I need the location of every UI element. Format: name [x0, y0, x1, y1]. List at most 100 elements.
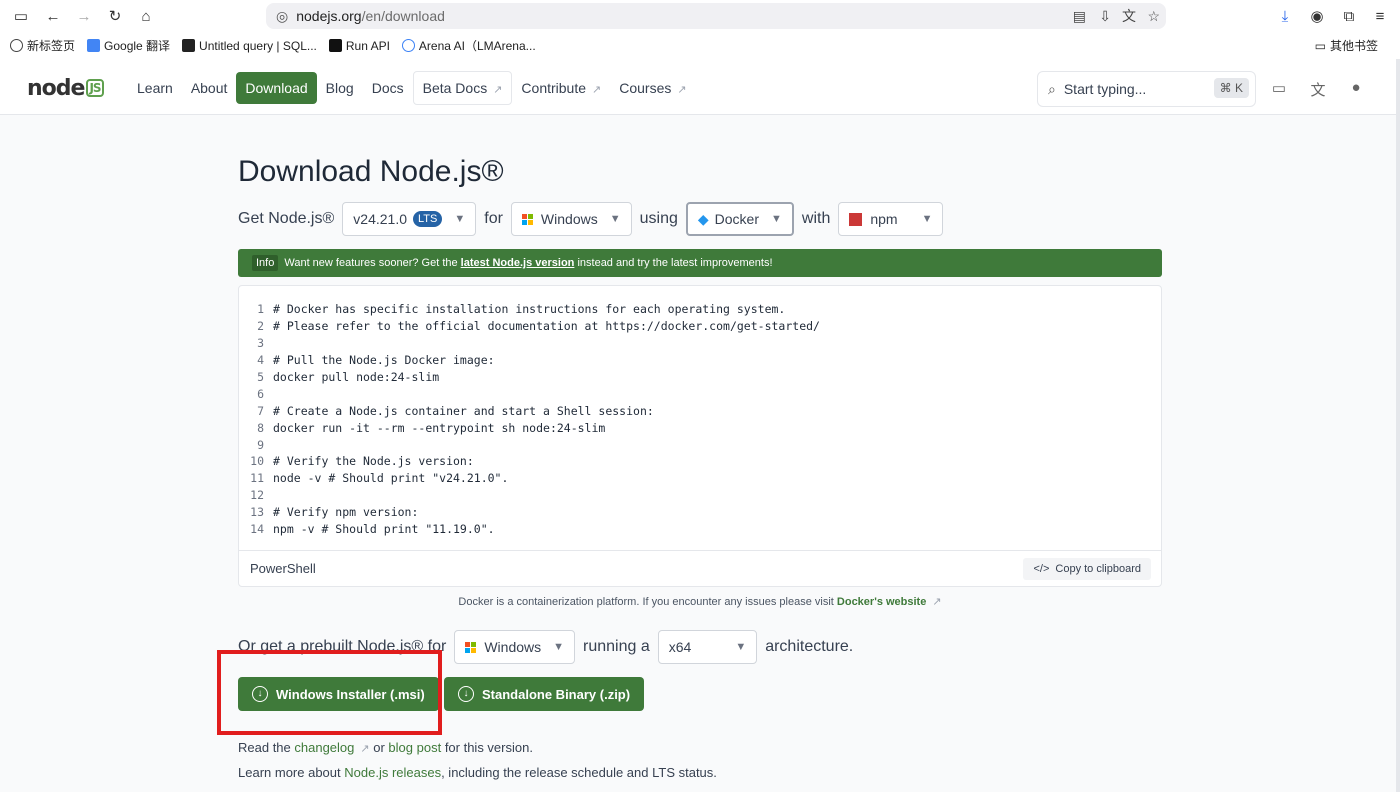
line-number: 6: [257, 386, 264, 401]
arena-icon: [401, 39, 415, 52]
search-icon: ⌕: [1048, 80, 1056, 97]
bookmark-item[interactable]: Untitled query | SQL...: [182, 39, 317, 53]
code-line: 5 docker pull node:24-slim: [239, 369, 1161, 386]
package-manager-select[interactable]: npm ▼: [838, 202, 944, 236]
downloads-icon[interactable]: ⤓: [1274, 5, 1296, 27]
bookmark-item[interactable]: Google 翻译: [87, 37, 170, 54]
nav-download[interactable]: Download: [236, 72, 317, 104]
external-link-icon: ↗: [932, 596, 942, 608]
nav-docs[interactable]: Docs: [363, 72, 413, 104]
version-select[interactable]: v24.21.0 LTS ▼: [342, 202, 477, 236]
line-text: node -v # Should print "v24.21.0".: [273, 471, 509, 486]
reload-icon[interactable]: ↻: [104, 5, 126, 27]
code-line: 10 # Verify the Node.js version:: [239, 453, 1161, 470]
code-line: 6: [239, 385, 1161, 402]
github-icon[interactable]: ●: [1347, 79, 1365, 97]
nav-contribute[interactable]: Contribute ↗: [512, 72, 610, 104]
info-banner: Info Want new features sooner? Get the l…: [238, 249, 1162, 277]
code-line: 2 # Please refer to the official document…: [239, 318, 1161, 335]
main-nav: Learn About Download Blog Docs Beta Docs…: [128, 71, 696, 105]
main-content: Download Node.js® Get Node.js® v24.21.0 L…: [0, 115, 1400, 792]
forward-icon[interactable]: →: [73, 5, 95, 27]
docker-website-link[interactable]: Docker's website: [837, 596, 926, 608]
bookmark-item[interactable]: Run API: [328, 39, 390, 53]
code-line: 12: [239, 487, 1161, 504]
code-line: 3: [239, 335, 1161, 352]
chevron-down-icon: ▼: [735, 641, 747, 653]
site-header: node JS Learn About Download Blog Docs Be…: [0, 59, 1400, 115]
download-selector-row: Get Node.js® v24.21.0 LTS ▼ for Windows ▼ u…: [238, 202, 951, 236]
scrollbar[interactable]: [1396, 59, 1400, 792]
line-number: 8: [257, 420, 264, 435]
code-line: 11 node -v # Should print "v24.21.0".: [239, 470, 1161, 487]
line-number: 5: [257, 370, 264, 384]
site-info-icon[interactable]: ◎: [276, 8, 288, 25]
query-icon: [182, 39, 196, 52]
windows-icon: [521, 213, 533, 225]
search-shortcut: ⌘ K: [1213, 78, 1249, 98]
globe-icon: [10, 39, 23, 52]
line-number: 10: [250, 454, 264, 469]
menu-icon[interactable]: ≡: [1369, 5, 1391, 27]
nav-learn[interactable]: Learn: [128, 72, 182, 104]
line-number: 7: [257, 403, 264, 418]
theme-toggle-icon[interactable]: ▭: [1270, 79, 1288, 97]
line-text: # Verify npm version:: [273, 505, 419, 520]
home-icon[interactable]: ⌂: [135, 5, 157, 27]
docker-icon: ◆: [697, 210, 709, 227]
line-text: # Pull the Node.js Docker image:: [273, 353, 495, 368]
google-translate-icon: [87, 39, 101, 52]
bookmark-star-icon[interactable]: ☆: [1147, 8, 1160, 25]
latest-version-link[interactable]: latest Node.js version: [461, 257, 575, 269]
line-text: # Verify the Node.js version:: [273, 454, 474, 469]
windows-icon: [465, 641, 477, 653]
extensions-icon[interactable]: ⧉: [1338, 5, 1360, 27]
code-line: 4 # Pull the Node.js Docker image:: [239, 352, 1161, 369]
line-text: npm -v # Should print "11.19.0".: [273, 522, 495, 537]
nav-courses[interactable]: Courses ↗: [610, 72, 695, 104]
line-text: docker run -it --rm --entrypoint sh node…: [273, 420, 606, 435]
other-bookmarks[interactable]: ▭ 其他书签: [1315, 37, 1378, 54]
code-line: 14 npm -v # Should print "11.19.0".: [239, 521, 1161, 538]
back-icon[interactable]: ←: [42, 5, 64, 27]
line-number: 3: [257, 336, 264, 351]
nodejs-logo[interactable]: node JS: [27, 76, 104, 101]
releases-link[interactable]: Node.js releases: [344, 765, 441, 780]
prebuilt-os-select[interactable]: Windows ▼: [454, 630, 576, 664]
line-number: 11: [250, 471, 264, 486]
os-select[interactable]: Windows ▼: [510, 202, 632, 236]
bookmark-item[interactable]: 新标签页: [10, 37, 75, 54]
info-tag: Info: [252, 255, 279, 271]
arch-select[interactable]: x64 ▼: [657, 630, 758, 664]
line-number: 4: [257, 353, 264, 368]
address-bar[interactable]: ◎ nodejs.org/en/download ▤ ⇩ 文 ☆: [266, 3, 1166, 29]
nav-about[interactable]: About: [182, 72, 237, 104]
method-select[interactable]: ◆ Docker ▼: [685, 202, 794, 236]
nav-blog[interactable]: Blog: [317, 72, 363, 104]
bookmark-item[interactable]: Arena AI（LMArena...: [401, 37, 536, 54]
nav-beta-docs[interactable]: Beta Docs ↗: [412, 71, 513, 105]
url-host: nodejs.org: [296, 8, 362, 24]
search-input[interactable]: ⌕ Start typing... ⌘ K: [1037, 71, 1256, 107]
sidebar-toggle-icon[interactable]: ▭: [10, 5, 32, 27]
npm-icon: [849, 212, 863, 226]
blog-post-link[interactable]: blog post: [388, 740, 441, 755]
line-text: # Docker has specific installation instr…: [273, 302, 786, 317]
install-icon[interactable]: ⇩: [1099, 8, 1111, 25]
line-text: docker pull node:24-slim: [273, 370, 440, 384]
chevron-down-icon: ▼: [771, 213, 782, 225]
translate-icon[interactable]: 文: [1122, 6, 1136, 26]
account-icon[interactable]: ◉: [1306, 5, 1328, 27]
highlight-box: [217, 650, 442, 735]
bookmarks-bar: 新标签页 Google 翻译 Untitled query | SQL... R…: [0, 32, 1400, 59]
copy-button[interactable]: </> Copy to clipboard: [1023, 558, 1151, 580]
chevron-down-icon: ▼: [553, 641, 565, 653]
code-line: 13 # Verify npm version:: [239, 504, 1161, 521]
reader-icon[interactable]: ▤: [1073, 8, 1086, 25]
standalone-binary-button[interactable]: ↓ Standalone Binary (.zip): [444, 677, 645, 711]
language-icon[interactable]: 文: [1309, 79, 1327, 99]
external-link-icon: ↗: [592, 84, 602, 96]
external-link-icon: ↗: [677, 84, 687, 96]
code-line: 7 # Create a Node.js container and start …: [239, 402, 1161, 419]
changelog-link[interactable]: changelog: [294, 740, 354, 755]
